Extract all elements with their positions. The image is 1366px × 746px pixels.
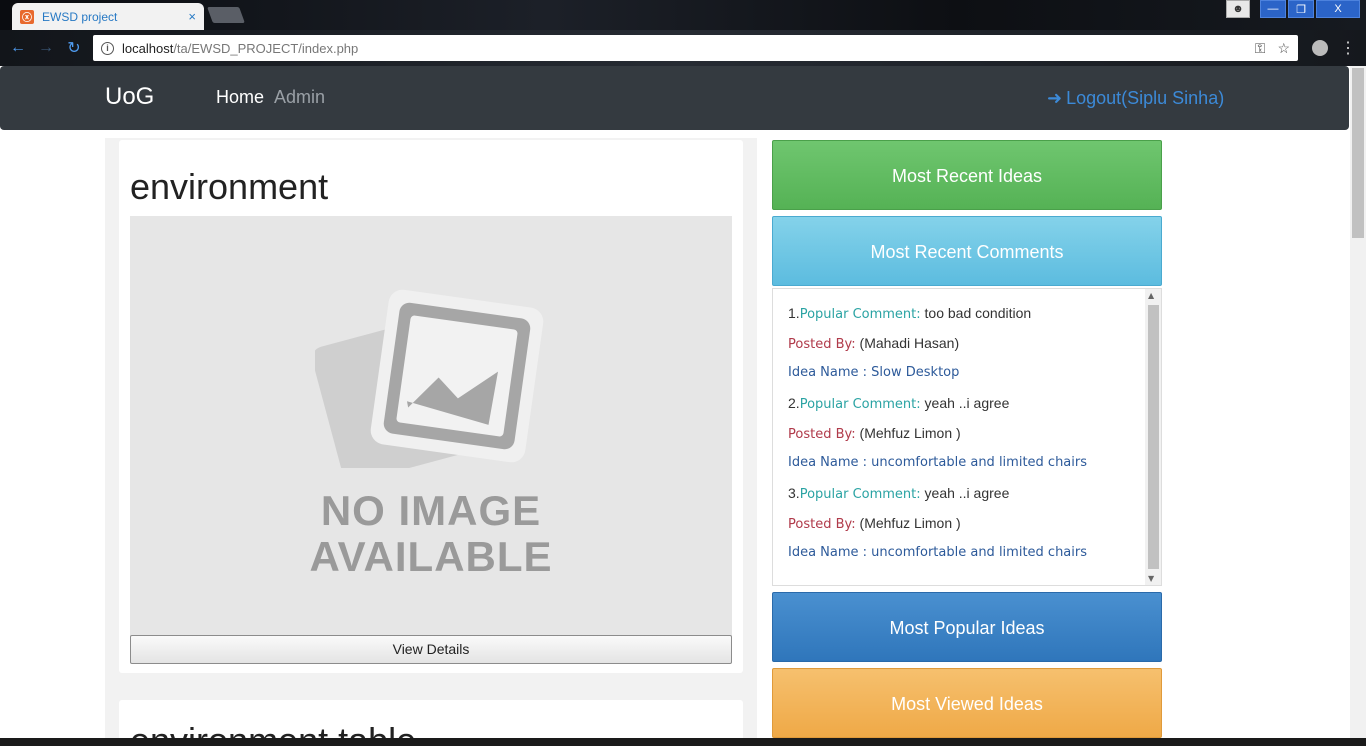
forward-arrow-icon[interactable]: → [32,39,60,57]
page-scrollbar-thumb[interactable] [1352,68,1364,238]
page-content: UoG Home Admin ➜ Logout(Siplu Sinha) env… [0,66,1350,738]
idea-name-link[interactable]: Idea Name : uncomfortable and limited ch… [788,455,1087,470]
nav-admin-link[interactable]: Admin [274,87,325,108]
url-host: localhost [122,40,174,56]
posted-by-name: (Mahadi Hasan) [855,335,960,351]
idea-name-link[interactable]: Idea Name : Slow Desktop [788,365,959,380]
posted-by-name: (Mehfuz Limon ) [855,425,961,441]
posted-by-label: Posted By: [788,337,856,352]
idea-card: environment table [119,700,743,738]
logout-label: Logout(Siplu Sinha) [1066,88,1225,108]
site-navbar: UoG Home Admin ➜ Logout(Siplu Sinha) [0,66,1349,130]
most-popular-ideas-label: Most Popular Ideas [772,592,1162,662]
os-taskbar [0,738,1366,746]
scroll-up-icon[interactable]: ▲ [1148,291,1154,300]
most-recent-comments-button[interactable]: Most Recent Comments [772,216,1162,286]
comments-scrollbar[interactable]: ▲ ▼ [1145,289,1161,585]
no-image-text: NO IMAGE AVAILABLE [130,488,732,580]
comment-text: too bad condition [920,305,1032,321]
popular-comment-label: Popular Comment: [799,397,921,412]
browser-titlebar: ⓧ EWSD project × ☻ — ❐ X [0,0,1366,30]
posted-by-name: (Mehfuz Limon ) [855,515,961,531]
comment-item: 3.Popular Comment: yeah ..i agree Posted… [788,483,1138,573]
comment-number: 3. [788,485,800,501]
window-controls: ☻ — ❐ X [1226,0,1360,18]
most-viewed-ideas-button[interactable]: Most Viewed Ideas [772,668,1162,738]
recent-comments-panel[interactable]: 1.Popular Comment: too bad condition Pos… [772,288,1162,586]
close-window-button[interactable]: X [1316,0,1360,18]
restore-button[interactable]: ❐ [1288,0,1314,18]
most-popular-ideas-button[interactable]: Most Popular Ideas [772,592,1162,662]
url-text: localhost/ta/EWSD_PROJECT/index.php [122,41,358,56]
comment-item: 1.Popular Comment: too bad condition Pos… [788,303,1138,393]
extension-icon[interactable] [1312,40,1328,56]
back-arrow-icon[interactable]: ← [4,39,32,57]
posted-by-label: Posted By: [788,427,856,442]
idea-title: environment [130,166,329,207]
close-tab-icon[interactable]: × [188,9,196,24]
info-icon[interactable]: i [101,41,114,55]
most-recent-ideas-button[interactable]: Most Recent Ideas [772,140,1162,210]
popular-comment-label: Popular Comment: [799,307,921,322]
user-profile-icon[interactable]: ☻ [1226,0,1250,18]
idea-name-link[interactable]: Idea Name : uncomfortable and limited ch… [788,545,1087,560]
most-viewed-ideas-label: Most Viewed Ideas [772,668,1162,738]
view-details-button[interactable]: View Details [130,635,732,664]
tab-title: EWSD project [42,9,118,24]
xampp-icon: ⓧ [20,9,34,24]
reload-icon[interactable]: ↻ [60,38,88,58]
comment-list: 1.Popular Comment: too bad condition Pos… [788,303,1138,573]
no-image-placeholder: NO IMAGE AVAILABLE [130,216,732,636]
popular-comment-label: Popular Comment: [799,487,921,502]
key-icon[interactable]: ⚿ [1255,40,1266,57]
star-icon[interactable]: ☆ [1277,40,1290,57]
most-recent-comments-label: Most Recent Comments [772,216,1162,286]
posted-by-label: Posted By: [788,517,856,532]
no-image-line2: AVAILABLE [309,533,553,580]
idea-card: environment NO IMAGE AVAILABLE View Deta… [119,140,743,673]
scrollbar-thumb[interactable] [1148,305,1159,569]
sign-in-icon: ➜ [1047,88,1063,108]
comment-number: 2. [788,395,800,411]
page-scrollbar[interactable] [1350,66,1366,738]
comment-text: yeah ..i agree [920,395,1010,411]
idea-title: environment table [130,720,416,738]
new-tab-button[interactable] [207,7,245,23]
menu-icon[interactable]: ⋮ [1340,38,1356,58]
minimize-button[interactable]: — [1260,0,1286,18]
address-bar[interactable]: i localhost/ta/EWSD_PROJECT/index.php ⚿ … [93,35,1298,61]
logout-link[interactable]: ➜ Logout(Siplu Sinha) [1047,88,1224,109]
scroll-down-icon[interactable]: ▼ [1148,574,1154,583]
browser-toolbar: ← → ↻ i localhost/ta/EWSD_PROJECT/index.… [0,30,1366,66]
no-image-line1: NO IMAGE [320,487,542,534]
comment-item: 2.Popular Comment: yeah ..i agree Posted… [788,393,1138,483]
picture-icon [315,289,544,468]
comment-text: yeah ..i agree [920,485,1010,501]
ideas-column: environment NO IMAGE AVAILABLE View Deta… [105,138,757,738]
url-path: /ta/EWSD_PROJECT/index.php [173,40,359,56]
browser-tab[interactable]: ⓧ EWSD project × [12,3,204,30]
most-recent-ideas-label: Most Recent Ideas [772,140,1162,210]
brand-logo[interactable]: UoG [105,83,154,111]
nav-home-link[interactable]: Home [216,87,264,108]
comment-number: 1. [788,305,800,321]
